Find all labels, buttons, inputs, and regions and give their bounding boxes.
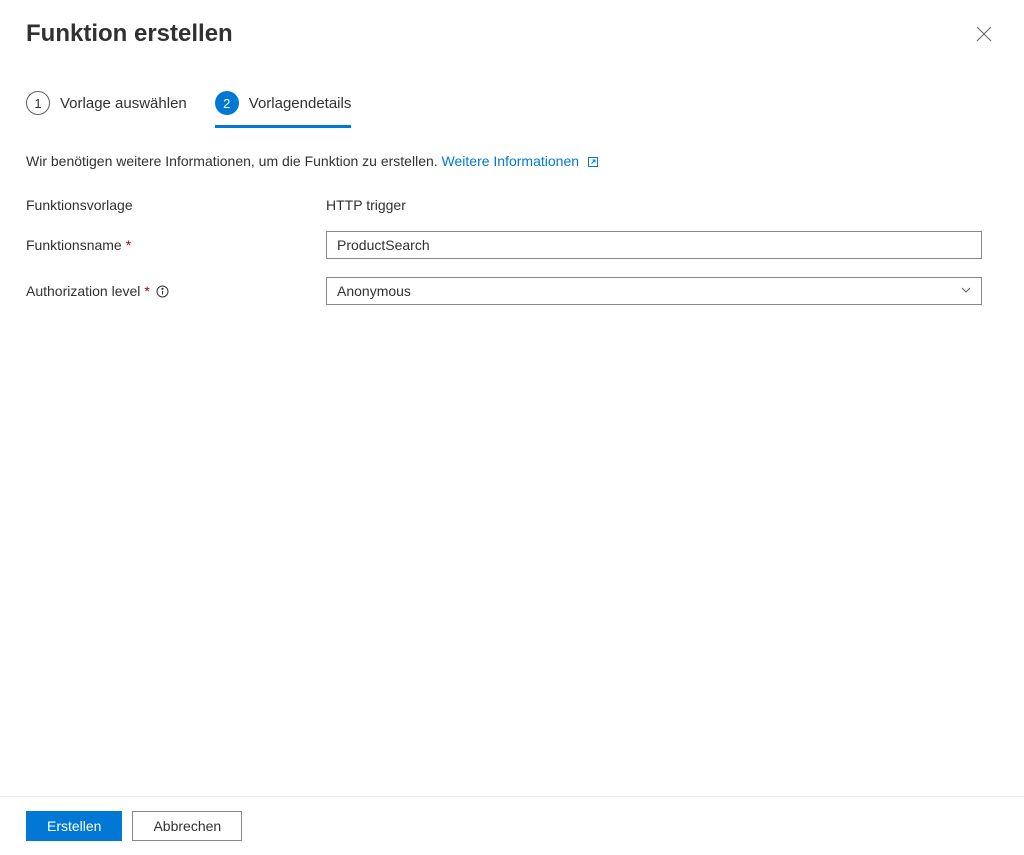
more-info-link-text: Weitere Informationen [442, 153, 579, 169]
template-value: HTTP trigger [326, 197, 998, 213]
function-name-label-text: Funktionsname [26, 237, 122, 253]
step-number: 1 [26, 91, 50, 115]
cancel-button[interactable]: Abbrechen [132, 811, 242, 841]
auth-level-select[interactable]: Anonymous [326, 277, 982, 305]
description-text: Wir benötigen weitere Informationen, um … [26, 153, 998, 169]
close-button[interactable] [970, 20, 998, 51]
function-name-label: Funktionsname * [26, 237, 326, 253]
step-label: Vorlagendetails [249, 95, 352, 112]
content-area: Wir benötigen weitere Informationen, um … [0, 125, 1024, 305]
auth-level-label-text: Authorization level [26, 283, 140, 299]
dialog-footer: Erstellen Abbrechen [0, 796, 1024, 855]
template-label: Funktionsvorlage [26, 197, 326, 213]
auth-level-label: Authorization level * [26, 283, 326, 299]
create-button[interactable]: Erstellen [26, 811, 122, 841]
function-name-input[interactable] [326, 231, 982, 259]
form-row-function-name: Funktionsname * [26, 231, 998, 259]
stepper: 1 Vorlage auswählen 2 Vorlagendetails [0, 51, 1024, 125]
auth-level-select-value: Anonymous [326, 277, 982, 305]
form-row-template: Funktionsvorlage HTTP trigger [26, 197, 998, 213]
step-template-details[interactable]: 2 Vorlagendetails [215, 91, 352, 128]
info-icon[interactable] [156, 285, 169, 298]
description-body: Wir benötigen weitere Informationen, um … [26, 153, 438, 169]
dialog-header: Funktion erstellen [0, 0, 1024, 51]
external-link-icon [587, 156, 599, 168]
required-indicator: * [126, 237, 131, 253]
step-select-template[interactable]: 1 Vorlage auswählen [26, 91, 187, 125]
step-number: 2 [215, 91, 239, 115]
required-indicator: * [144, 283, 149, 299]
close-icon [976, 26, 992, 45]
step-label: Vorlage auswählen [60, 95, 187, 112]
form-row-auth-level: Authorization level * Anonymous [26, 277, 998, 305]
more-info-link[interactable]: Weitere Informationen [442, 153, 599, 169]
dialog-title: Funktion erstellen [26, 20, 233, 48]
